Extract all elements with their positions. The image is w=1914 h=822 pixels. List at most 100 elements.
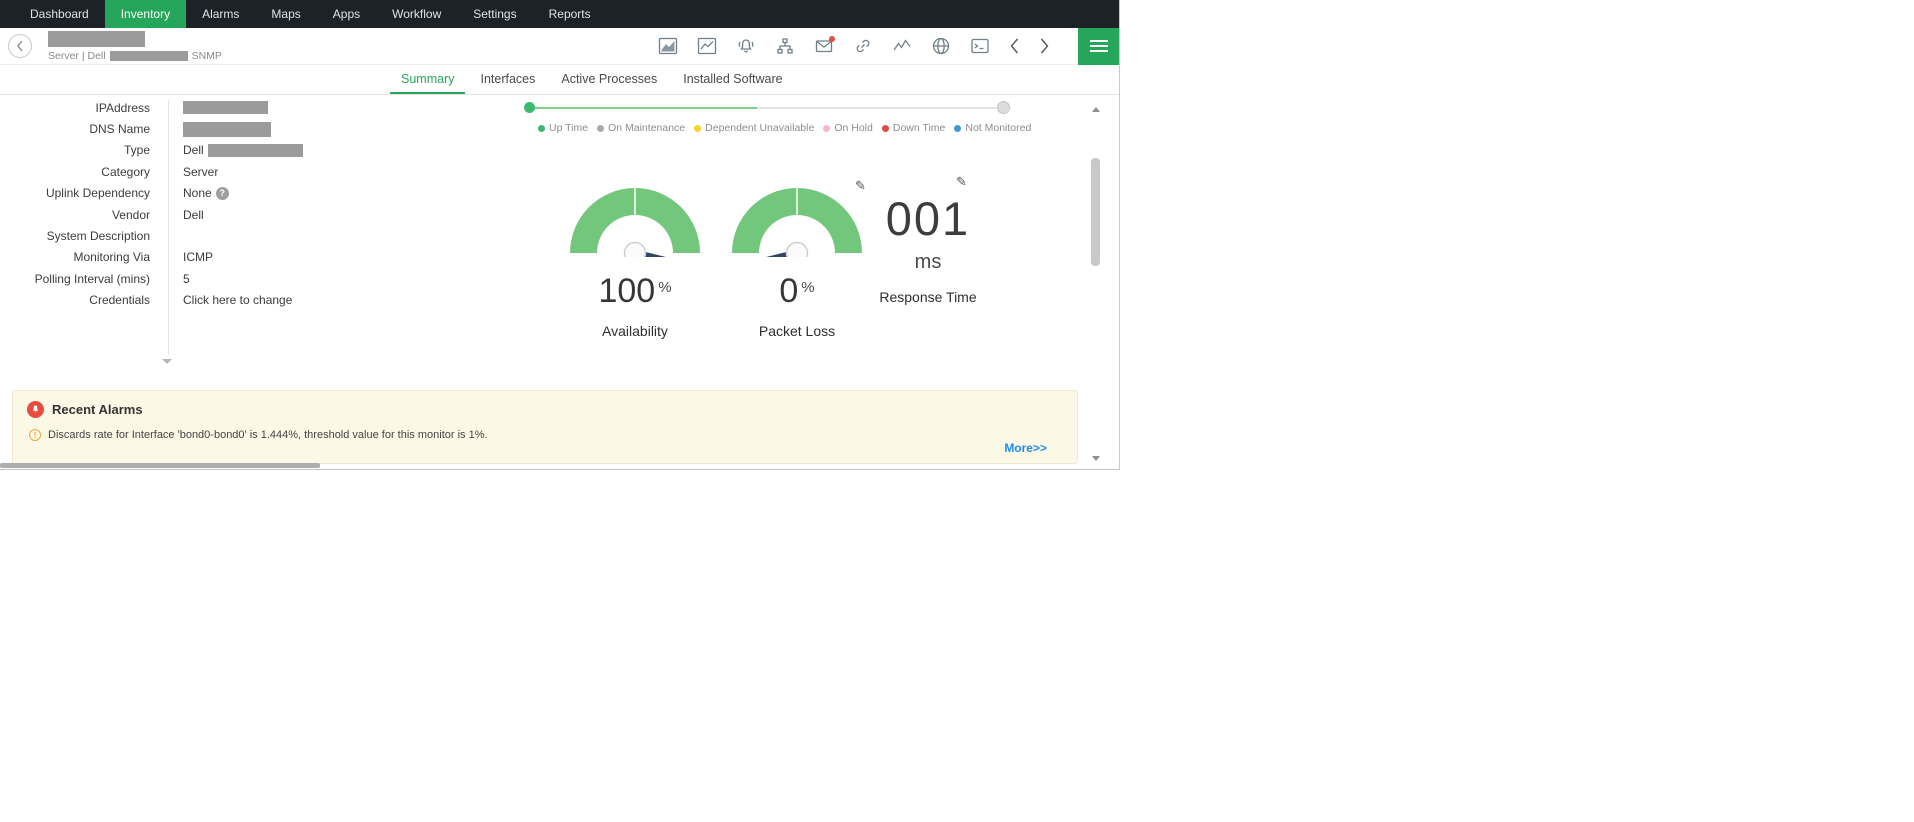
legend-item-up-time: Up Time: [538, 122, 588, 134]
scroll-down-arrow[interactable]: [1092, 456, 1100, 461]
tab-interfaces[interactable]: Interfaces: [469, 65, 546, 94]
next-device-button[interactable]: [1038, 37, 1051, 55]
legend-dot: [694, 125, 701, 132]
detail-row-system-description: System Description: [0, 225, 303, 246]
detail-row-type: Type Dell: [0, 140, 303, 161]
nav-maps[interactable]: Maps: [255, 0, 316, 28]
ipaddress-redacted-value: [183, 101, 268, 114]
legend-item-not-monitored: Not Monitored: [954, 122, 1031, 134]
edit-icon[interactable]: ✎: [956, 174, 967, 190]
device-subtitle: Server | Dell SNMP: [48, 50, 222, 62]
tab-installed-software[interactable]: Installed Software: [672, 65, 793, 94]
packet-loss-value: 0%: [727, 272, 867, 311]
details-scrollbar-track: [168, 100, 169, 355]
monitoring-via-value: ICMP: [183, 250, 213, 264]
availability-label: Availability: [565, 323, 705, 339]
nav-dashboard[interactable]: Dashboard: [14, 0, 105, 28]
uplink-dependency-value: None: [183, 186, 212, 200]
detail-row-monitoring-via: Monitoring Via ICMP: [0, 247, 303, 268]
recent-alarms-panel: Recent Alarms ! Discards rate for Interf…: [12, 390, 1078, 464]
device-tabbar: Summary Interfaces Active Processes Inst…: [0, 65, 1119, 95]
chevron-right-icon: [1039, 37, 1050, 55]
packet-loss-gauge: 0% Packet Loss: [727, 183, 867, 339]
sparkline-icon[interactable]: [891, 35, 913, 57]
tab-summary[interactable]: Summary: [390, 65, 465, 94]
vertical-scrollbar[interactable]: [1090, 103, 1101, 463]
field-label: Polling Interval (mins): [0, 272, 150, 286]
alarms-more-link[interactable]: More>>: [1004, 441, 1047, 455]
detail-row-vendor: Vendor Dell: [0, 204, 303, 225]
legend-item-dependent-unavailable: Dependent Unavailable: [694, 122, 814, 134]
opmanager-app-window: Dashboard Inventory Alarms Maps Apps Wor…: [0, 0, 1120, 470]
legend-dot: [823, 125, 830, 132]
topology-icon[interactable]: [774, 35, 796, 57]
gauge-arc: [565, 183, 705, 257]
globe-icon[interactable]: [930, 35, 952, 57]
timeline-uptime-segment: [530, 107, 757, 109]
detail-row-dns-name: DNS Name: [0, 118, 303, 139]
back-button[interactable]: [8, 34, 32, 58]
help-icon[interactable]: ?: [216, 187, 229, 200]
legend-dot: [954, 125, 961, 132]
device-subtitle-prefix: Server | Dell: [48, 50, 106, 62]
device-subtitle-protocol: SNMP: [192, 50, 222, 62]
nav-inventory[interactable]: Inventory: [105, 0, 186, 28]
nav-settings[interactable]: Settings: [457, 0, 532, 28]
gauge-arc: [727, 183, 867, 257]
timeline-slider-handle-right[interactable]: [997, 101, 1010, 114]
gauge-hub: [787, 243, 808, 258]
line-chart-icon[interactable]: [696, 35, 718, 57]
field-label: Vendor: [0, 208, 150, 222]
warning-icon: !: [29, 429, 41, 441]
legend-label: Up Time: [549, 122, 588, 134]
alarm-list-item[interactable]: ! Discards rate for Interface 'bond0-bon…: [29, 429, 488, 441]
availability-legend: Up Time On Maintenance Dependent Unavail…: [538, 122, 1031, 134]
device-name-redacted: [48, 31, 145, 47]
detail-row-credentials: Credentials Click here to change: [0, 290, 303, 311]
link-icon[interactable]: [852, 35, 874, 57]
detail-row-uplink-dependency: Uplink Dependency None?: [0, 183, 303, 204]
legend-label: Not Monitored: [965, 122, 1031, 134]
details-scroll-down-arrow[interactable]: [162, 359, 172, 364]
legend-dot: [538, 125, 545, 132]
field-label: Credentials: [0, 293, 150, 307]
legend-item-on-hold: On Hold: [823, 122, 873, 134]
packet-loss-label: Packet Loss: [727, 323, 867, 339]
response-time-value: 001: [858, 193, 998, 245]
device-title-block: Server | Dell SNMP: [48, 31, 222, 62]
top-navigation: Dashboard Inventory Alarms Maps Apps Wor…: [0, 0, 1119, 28]
credentials-change-link[interactable]: Click here to change: [183, 293, 292, 307]
nav-reports[interactable]: Reports: [533, 0, 607, 28]
field-label: Type: [0, 143, 150, 157]
nav-alarms[interactable]: Alarms: [186, 0, 255, 28]
vendor-value: Dell: [183, 208, 204, 222]
recent-alarms-title: Recent Alarms: [52, 402, 143, 417]
dns-name-redacted-value: [183, 122, 271, 137]
edit-icon[interactable]: ✎: [855, 178, 866, 194]
device-model-redacted: [110, 51, 188, 61]
timeline-slider-handle-left[interactable]: [524, 102, 535, 113]
vertical-scrollbar-thumb[interactable]: [1091, 158, 1100, 266]
area-chart-icon[interactable]: [657, 35, 679, 57]
alarm-bell-icon[interactable]: [735, 35, 757, 57]
horizontal-scrollbar-thumb[interactable]: [0, 463, 320, 468]
legend-label: Dependent Unavailable: [705, 122, 814, 134]
scroll-up-arrow[interactable]: [1092, 107, 1100, 112]
field-label: Uplink Dependency: [0, 186, 150, 200]
field-label: System Description: [0, 229, 150, 243]
tab-active-processes[interactable]: Active Processes: [550, 65, 668, 94]
summary-content: IPAddress DNS Name Type Dell Category Se…: [0, 95, 1119, 469]
mail-icon[interactable]: [813, 35, 835, 57]
nav-apps[interactable]: Apps: [317, 0, 376, 28]
nav-workflow[interactable]: Workflow: [376, 0, 457, 28]
device-details-panel: IPAddress DNS Name Type Dell Category Se…: [0, 97, 303, 311]
device-header: Server | Dell SNMP: [0, 28, 1119, 65]
polling-interval-value: 5: [183, 272, 190, 286]
response-time-widget: 001 ms Response Time: [858, 183, 998, 305]
hamburger-menu-button[interactable]: [1078, 28, 1119, 65]
terminal-icon[interactable]: [969, 35, 991, 57]
gauge-hub: [625, 243, 646, 258]
prev-device-button[interactable]: [1008, 37, 1021, 55]
chevron-left-icon: [1009, 37, 1020, 55]
field-label: Category: [0, 165, 150, 179]
